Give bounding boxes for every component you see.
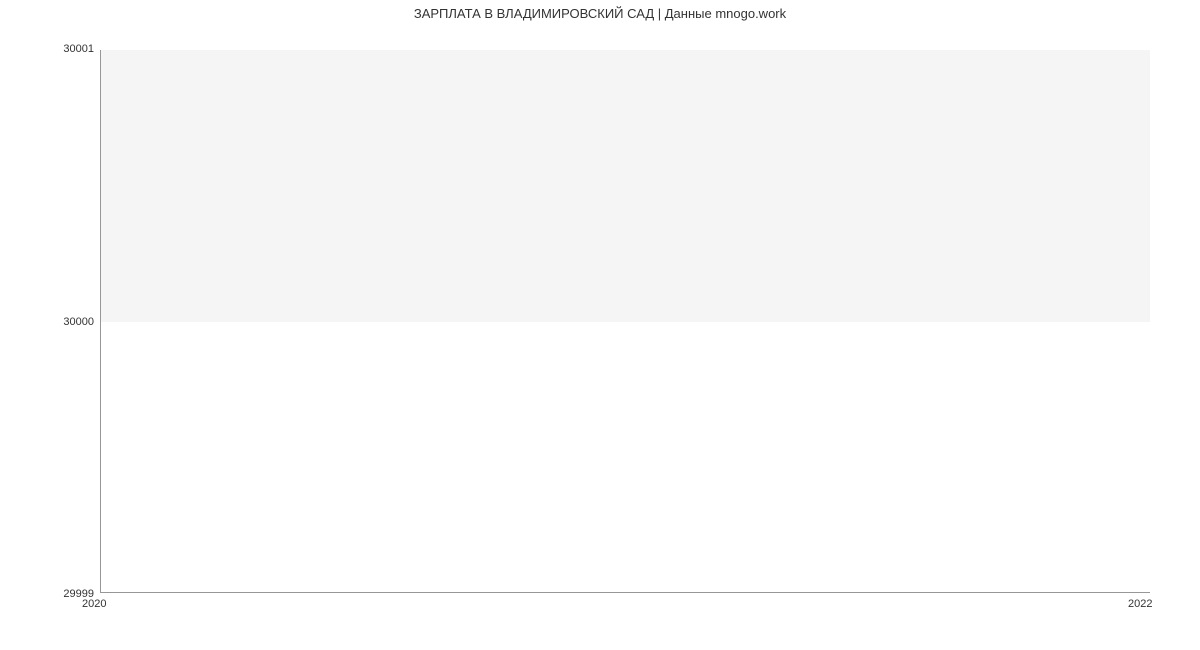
plot-area (100, 50, 1150, 593)
x-tick-label: 2022 (1128, 598, 1152, 610)
x-tick-label: 2020 (82, 598, 106, 610)
y-tick-label: 30001 (4, 43, 94, 55)
y-tick-label: 29999 (4, 588, 94, 600)
chart-title: ЗАРПЛАТА В ВЛАДИМИРОВСКИЙ САД | Данные m… (0, 6, 1200, 21)
y-tick-label: 30000 (4, 316, 94, 328)
salary-chart: ЗАРПЛАТА В ВЛАДИМИРОВСКИЙ САД | Данные m… (0, 0, 1200, 650)
plot-bg-lower (101, 322, 1150, 592)
